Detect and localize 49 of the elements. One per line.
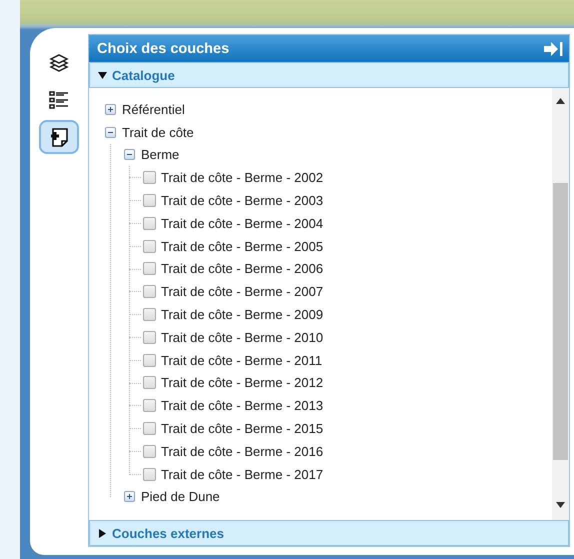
layer-checkbox[interactable] — [143, 194, 156, 208]
layer-label[interactable]: Trait de côte - Berme - 2004 — [161, 216, 324, 231]
tree-folder-label[interactable]: Pied de Dune — [141, 489, 220, 504]
side-tab[interactable] — [39, 120, 79, 154]
layer-checkbox[interactable] — [143, 422, 156, 436]
layer-checkbox[interactable] — [143, 330, 156, 344]
collapse-icon[interactable] — [124, 149, 135, 160]
scrollbar[interactable] — [552, 88, 569, 520]
panel-title: Choix des couches — [97, 40, 230, 56]
layer-checkbox[interactable] — [143, 171, 156, 184]
scroll-down-icon[interactable] — [556, 502, 565, 508]
layer-checkbox[interactable] — [143, 216, 156, 230]
layer-checkbox[interactable] — [143, 354, 156, 367]
layers-icon — [48, 52, 70, 74]
tree-folder-label[interactable]: Trait de côte — [122, 124, 194, 140]
tree-folder-label[interactable]: Référentiel — [122, 102, 185, 117]
layer-label[interactable]: Trait de côte - Berme - 2005 — [161, 238, 324, 254]
expand-icon[interactable] — [124, 491, 135, 502]
layer-checkbox[interactable] — [143, 262, 156, 276]
layer-label[interactable]: Trait de côte - Berme - 2009 — [161, 307, 324, 322]
arrow-to-right-icon — [543, 40, 563, 56]
layer-label[interactable]: Trait de côte - Berme - 2007 — [161, 284, 324, 300]
layer-checkbox[interactable] — [143, 308, 156, 322]
scroll-up-icon[interactable] — [556, 98, 565, 104]
layer-checkbox[interactable] — [143, 285, 156, 298]
layer-label[interactable]: Trait de côte - Berme - 2013 — [161, 398, 324, 414]
layer-label[interactable]: Trait de côte - Berme - 2016 — [161, 444, 324, 459]
section-header[interactable]: Couches externes — [89, 520, 569, 546]
layer-label[interactable]: Trait de côte - Berme - 2011 — [161, 352, 322, 368]
layer-label[interactable]: Trait de côte - Berme - 2003 — [161, 193, 324, 208]
expand-icon[interactable] — [105, 104, 116, 115]
layer-checkbox[interactable] — [143, 240, 156, 253]
add-page-icon — [48, 126, 70, 148]
collapse-panel-button[interactable] — [543, 40, 563, 56]
layer-label[interactable]: Trait de côte - Berme - 2012 — [161, 375, 324, 390]
layer-label[interactable]: Trait de côte - Berme - 2015 — [161, 421, 324, 436]
layer-label[interactable]: Trait de côte - Berme - 2002 — [161, 170, 324, 186]
legend-icon — [48, 89, 70, 111]
tree-folder-label[interactable]: Berme — [141, 147, 180, 162]
collapse-icon[interactable] — [105, 126, 116, 138]
layer-label[interactable]: Trait de côte - Berme - 2017 — [161, 466, 324, 482]
layer-label[interactable]: Trait de côte - Berme - 2010 — [161, 330, 324, 345]
scroll-thumb[interactable] — [553, 183, 568, 460]
layer-checkbox[interactable] — [143, 468, 156, 481]
layer-checkbox[interactable] — [143, 399, 156, 412]
layer-label[interactable]: Trait de côte - Berme - 2006 — [161, 261, 324, 276]
layer-checkbox[interactable] — [143, 444, 156, 458]
section-header[interactable]: Catalogue — [89, 62, 569, 88]
layer-checkbox[interactable] — [143, 376, 156, 390]
